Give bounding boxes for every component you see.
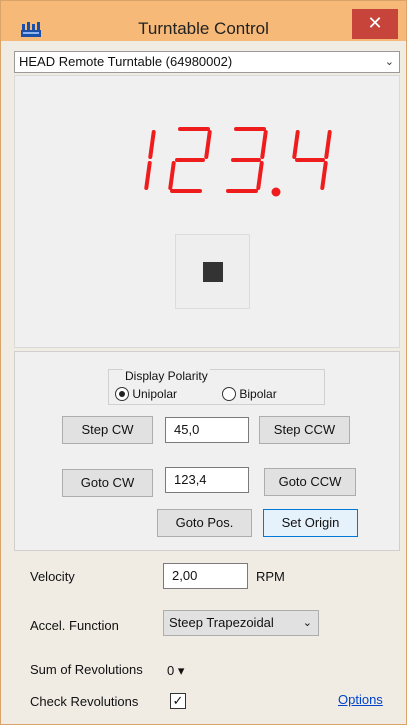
display-segment: [320, 161, 328, 190]
title-bar: Turntable Control ✕: [1, 1, 406, 41]
turntable-app-icon: [21, 22, 41, 37]
velocity-unit: RPM: [256, 569, 285, 584]
check-revolutions-checkbox[interactable]: ✓: [170, 693, 186, 709]
display-segment: [324, 130, 332, 159]
display-segment: [204, 130, 212, 159]
display-segment: [260, 130, 268, 159]
close-button[interactable]: ✕: [352, 9, 398, 39]
close-icon: ✕: [367, 13, 383, 33]
display-segment: [292, 130, 300, 159]
position-display-panel: [14, 75, 400, 348]
accel-function-value: Steep Trapezoidal: [169, 615, 274, 630]
display-decimal-point: [271, 187, 281, 197]
goto-angle-input[interactable]: 123,4: [165, 467, 249, 493]
display-segment: [256, 161, 264, 190]
velocity-label: Velocity: [30, 569, 75, 584]
bipolar-label: Bipolar: [239, 387, 277, 401]
stop-button[interactable]: [175, 234, 250, 309]
step-cw-button[interactable]: Step CW: [62, 416, 153, 444]
goto-ccw-button[interactable]: Goto CCW: [264, 468, 356, 496]
chevron-down-icon: ⌄: [302, 617, 312, 629]
bipolar-radio[interactable]: Bipolar: [222, 387, 277, 401]
radio-selected-icon: [115, 387, 129, 401]
velocity-input[interactable]: 2,00: [163, 563, 248, 589]
display-segment: [144, 161, 152, 190]
device-select-value: HEAD Remote Turntable (64980002): [19, 54, 233, 69]
stop-icon: [203, 262, 223, 282]
step-ccw-button[interactable]: Step CCW: [259, 416, 350, 444]
check-revolutions-label: Check Revolutions: [30, 694, 139, 709]
display-polarity-group: Display Polarity Unipolar Bipolar: [108, 369, 325, 405]
step-angle-input[interactable]: 45,0: [165, 417, 249, 443]
turntable-control-window: Turntable Control ✕ HEAD Remote Turntabl…: [0, 0, 407, 725]
control-panel: Display Polarity Unipolar Bipolar Step C…: [14, 351, 400, 551]
goto-cw-button[interactable]: Goto CW: [62, 469, 153, 497]
radio-unselected-icon: [222, 387, 236, 401]
chevron-down-icon: ⌄: [384, 56, 394, 68]
options-link[interactable]: Options: [338, 692, 383, 707]
display-segment: [148, 130, 156, 159]
window-title: Turntable Control: [138, 19, 269, 38]
device-select[interactable]: HEAD Remote Turntable (64980002) ⌄: [14, 51, 400, 73]
set-origin-button[interactable]: Set Origin: [263, 509, 358, 537]
sum-of-revolutions-label: Sum of Revolutions: [30, 662, 143, 677]
goto-pos-button[interactable]: Goto Pos.: [157, 509, 252, 537]
sum-of-revolutions-value[interactable]: 0 ▾: [167, 663, 184, 679]
seven-segment-display: [144, 127, 332, 197]
display-polarity-title: Display Polarity: [123, 369, 210, 383]
checkmark-icon: ✓: [172, 693, 184, 708]
unipolar-radio[interactable]: Unipolar: [115, 387, 177, 401]
accel-function-label: Accel. Function: [30, 618, 119, 633]
display-segment: [168, 161, 176, 190]
unipolar-label: Unipolar: [132, 387, 178, 401]
accel-function-select[interactable]: Steep Trapezoidal ⌄: [163, 610, 319, 636]
